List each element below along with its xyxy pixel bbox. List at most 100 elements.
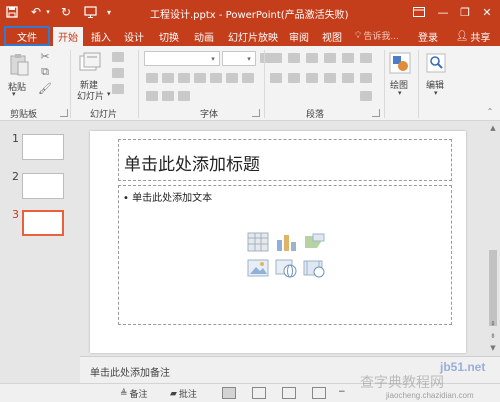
tab-animations[interactable]: 动画 <box>190 27 218 46</box>
tab-insert[interactable]: 插入 <box>87 27 115 46</box>
normal-view-icon[interactable] <box>222 387 236 399</box>
restore-icon[interactable]: ❐ <box>454 3 476 21</box>
share-label: 共享 <box>470 33 491 44</box>
tab-slideshow[interactable]: 幻灯片放映 <box>225 27 281 46</box>
copy-icon[interactable]: ⧉ <box>38 65 52 78</box>
new-slide-dropdown-icon[interactable]: ▾ <box>107 90 111 98</box>
italic-icon[interactable] <box>162 73 174 83</box>
insert-video-icon[interactable] <box>303 258 325 278</box>
bullets-icon[interactable] <box>270 53 282 63</box>
insert-table-icon[interactable] <box>247 232 269 252</box>
reading-view-icon[interactable] <box>282 387 296 399</box>
undo-dropdown-icon[interactable]: ▾ <box>44 4 52 20</box>
zoom-out-icon[interactable]: − <box>338 387 346 397</box>
font-size-select[interactable]: ▾ <box>222 51 256 66</box>
columns-icon[interactable] <box>360 73 372 83</box>
slideshow-view-icon[interactable] <box>312 387 326 399</box>
collapse-ribbon-icon[interactable]: ⌃ <box>484 106 496 116</box>
smartart-icon[interactable] <box>360 91 372 101</box>
zoom-slider[interactable]: − <box>338 387 346 397</box>
insert-smartart-icon[interactable] <box>303 232 325 252</box>
change-case-icon[interactable] <box>242 73 254 83</box>
tab-transitions[interactable]: 切换 <box>155 27 183 46</box>
scroll-thumb[interactable] <box>489 250 497 326</box>
tell-me-box[interactable]: 💡︎ 告诉我... <box>355 29 399 43</box>
align-right-icon[interactable] <box>306 73 318 83</box>
format-painter-icon[interactable]: 🖌︎ <box>38 82 52 95</box>
bold-icon[interactable] <box>146 73 158 83</box>
highlight-icon[interactable] <box>162 91 174 101</box>
paste-dropdown-icon[interactable]: ▾ <box>12 90 16 98</box>
notes-toggle-button[interactable]: ≜ 备注 <box>120 387 148 401</box>
paragraph-launcher-icon[interactable] <box>372 109 380 117</box>
tab-home[interactable]: 开始 <box>53 27 83 46</box>
line-spacing-icon[interactable] <box>342 53 354 63</box>
slides-group-label: 幻灯片 <box>90 110 118 120</box>
new-slide-label-2: 幻灯片 <box>77 92 105 102</box>
close-icon[interactable]: ✕ <box>476 3 498 21</box>
next-slide-icon[interactable]: ⇟ <box>486 330 500 342</box>
tab-view[interactable]: 视图 <box>318 27 346 46</box>
group-divider <box>264 50 265 118</box>
customize-toolbar-icon[interactable]: ▾ <box>104 4 114 20</box>
cut-icon[interactable]: ✂ <box>38 50 52 63</box>
decrease-indent-icon[interactable] <box>306 53 318 63</box>
redo-icon[interactable]: ↻ <box>58 4 74 20</box>
comments-toggle-button[interactable]: ▰ 批注 <box>170 387 197 401</box>
layout-icon[interactable] <box>112 52 124 62</box>
vertical-scrollbar[interactable]: ▲ ⇞ ⇟ ▼ <box>486 122 500 354</box>
spacing-icon[interactable] <box>226 73 238 83</box>
font-group-label: 字体 <box>200 110 219 120</box>
new-slide-icon[interactable] <box>78 50 102 76</box>
scroll-up-icon[interactable]: ▲ <box>486 122 500 134</box>
align-left-icon[interactable] <box>270 73 282 83</box>
strikethrough-icon[interactable] <box>210 73 222 83</box>
align-center-icon[interactable] <box>288 73 300 83</box>
slide-thumbnail-selected[interactable] <box>22 210 64 236</box>
slide-canvas: 单击此处添加标题 • 单击此处添加文本 <box>90 131 466 353</box>
shadow-icon[interactable] <box>194 73 206 83</box>
font-launcher-icon[interactable] <box>252 109 260 117</box>
slide-thumbnail[interactable] <box>22 134 64 160</box>
justify-icon[interactable] <box>324 73 336 83</box>
save-icon[interactable] <box>4 4 20 20</box>
section-icon[interactable] <box>112 84 124 94</box>
slide-editor: 单击此处添加标题 • 单击此处添加文本 <box>80 122 486 354</box>
slide-thumbnail[interactable] <box>22 173 64 199</box>
group-divider <box>418 50 419 118</box>
undo-icon[interactable]: ↶ <box>28 4 44 20</box>
drawing-icon[interactable] <box>388 50 412 76</box>
editing-icon[interactable] <box>424 50 448 76</box>
distribute-icon[interactable] <box>342 73 354 83</box>
tab-file[interactable]: 文件 <box>4 26 50 46</box>
minimize-icon[interactable]: — <box>432 3 454 21</box>
drawing-dropdown-icon[interactable]: ▾ <box>398 89 402 97</box>
clear-format-icon[interactable] <box>178 91 190 101</box>
font-family-select[interactable]: ▾ <box>144 51 220 66</box>
reset-icon[interactable] <box>112 68 124 78</box>
scroll-down-icon[interactable]: ▼ <box>486 342 500 354</box>
insert-picture-icon[interactable] <box>247 258 269 278</box>
chevron-down-icon: ▾ <box>247 54 251 63</box>
content-placeholder[interactable]: • 单击此处添加文本 <box>118 185 452 325</box>
insert-chart-icon[interactable] <box>275 232 297 252</box>
underline-icon[interactable] <box>178 73 190 83</box>
tab-review[interactable]: 审阅 <box>285 27 313 46</box>
previous-slide-icon[interactable]: ⇞ <box>486 318 500 330</box>
font-color-icon[interactable] <box>146 91 158 101</box>
numbering-icon[interactable] <box>288 53 300 63</box>
editing-dropdown-icon[interactable]: ▾ <box>434 89 438 97</box>
text-direction-icon[interactable] <box>360 53 372 63</box>
clipboard-launcher-icon[interactable] <box>60 109 68 117</box>
share-button[interactable]: 👤︎ 共享 <box>448 27 498 46</box>
tab-design[interactable]: 设计 <box>120 27 148 46</box>
sign-in-link[interactable]: 登录 <box>414 27 442 46</box>
paragraph-group-label: 段落 <box>306 110 325 120</box>
title-placeholder[interactable]: 单击此处添加标题 <box>118 139 452 181</box>
ribbon-display-options-icon[interactable] <box>408 3 430 21</box>
increase-indent-icon[interactable] <box>324 53 336 63</box>
slide-sorter-view-icon[interactable] <box>252 387 266 399</box>
start-slideshow-icon[interactable] <box>82 4 98 20</box>
insert-online-picture-icon[interactable] <box>275 258 297 278</box>
paste-icon[interactable] <box>6 50 32 80</box>
